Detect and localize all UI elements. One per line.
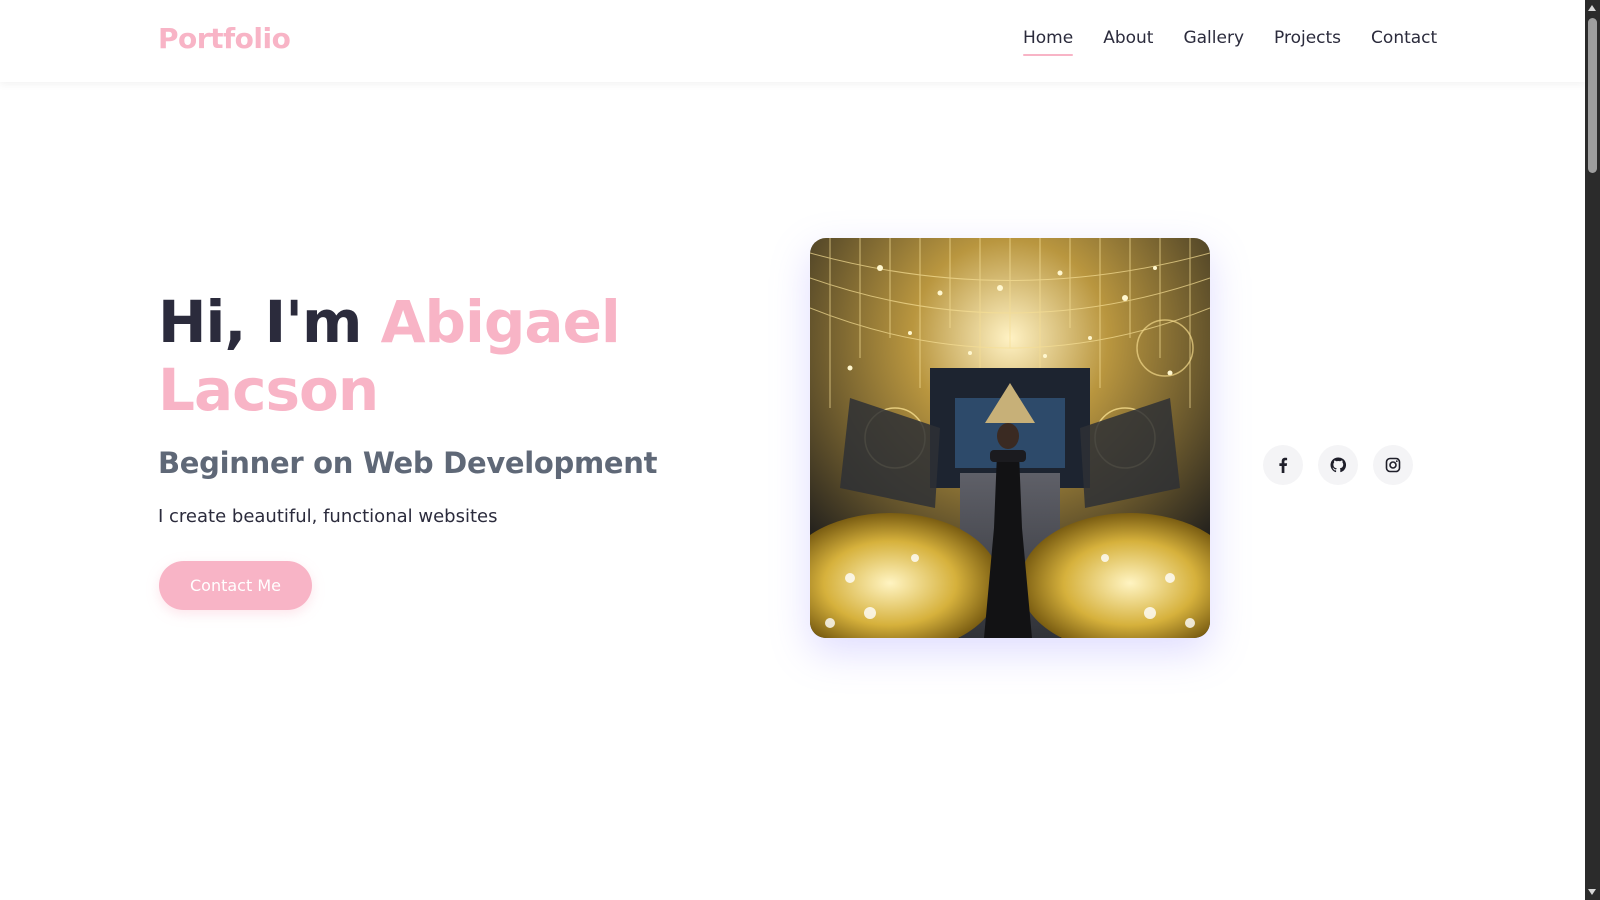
nav-link-contact[interactable]: Contact [1371, 28, 1437, 54]
facebook-button[interactable] [1263, 445, 1303, 485]
instagram-button[interactable] [1373, 445, 1413, 485]
scroll-down-arrow-icon[interactable] [1588, 889, 1596, 895]
nav-link-gallery[interactable]: Gallery [1183, 28, 1244, 54]
scroll-up-arrow-icon[interactable] [1588, 5, 1596, 11]
page-scrollbar[interactable] [1585, 0, 1600, 900]
hero-greeting: Hi, I'm [158, 288, 362, 356]
instagram-icon [1385, 457, 1401, 473]
nav-link-projects[interactable]: Projects [1274, 28, 1341, 54]
hero-title: Hi, I'm Abigael Lacson [158, 288, 798, 424]
nav-link-home[interactable]: Home [1023, 28, 1074, 56]
scroll-thumb[interactable] [1588, 18, 1597, 173]
logo[interactable]: Portfolio [158, 22, 291, 55]
social-links [1263, 445, 1413, 485]
github-button[interactable] [1318, 445, 1358, 485]
github-icon [1330, 457, 1346, 473]
nav-links: Home About Gallery Projects Contact [1023, 28, 1467, 56]
facebook-icon [1279, 457, 1288, 473]
hero-description: I create beautiful, functional websites [158, 506, 498, 527]
profile-photo [810, 238, 1210, 638]
navbar: Portfolio Home About Gallery Projects Co… [0, 0, 1585, 82]
contact-me-button[interactable]: Contact Me [159, 561, 312, 610]
hero-section: Hi, I'm Abigael Lacson Beginner on Web D… [158, 288, 798, 527]
hero-subtitle: Beginner on Web Development [158, 446, 658, 480]
nav-link-about[interactable]: About [1103, 28, 1153, 54]
